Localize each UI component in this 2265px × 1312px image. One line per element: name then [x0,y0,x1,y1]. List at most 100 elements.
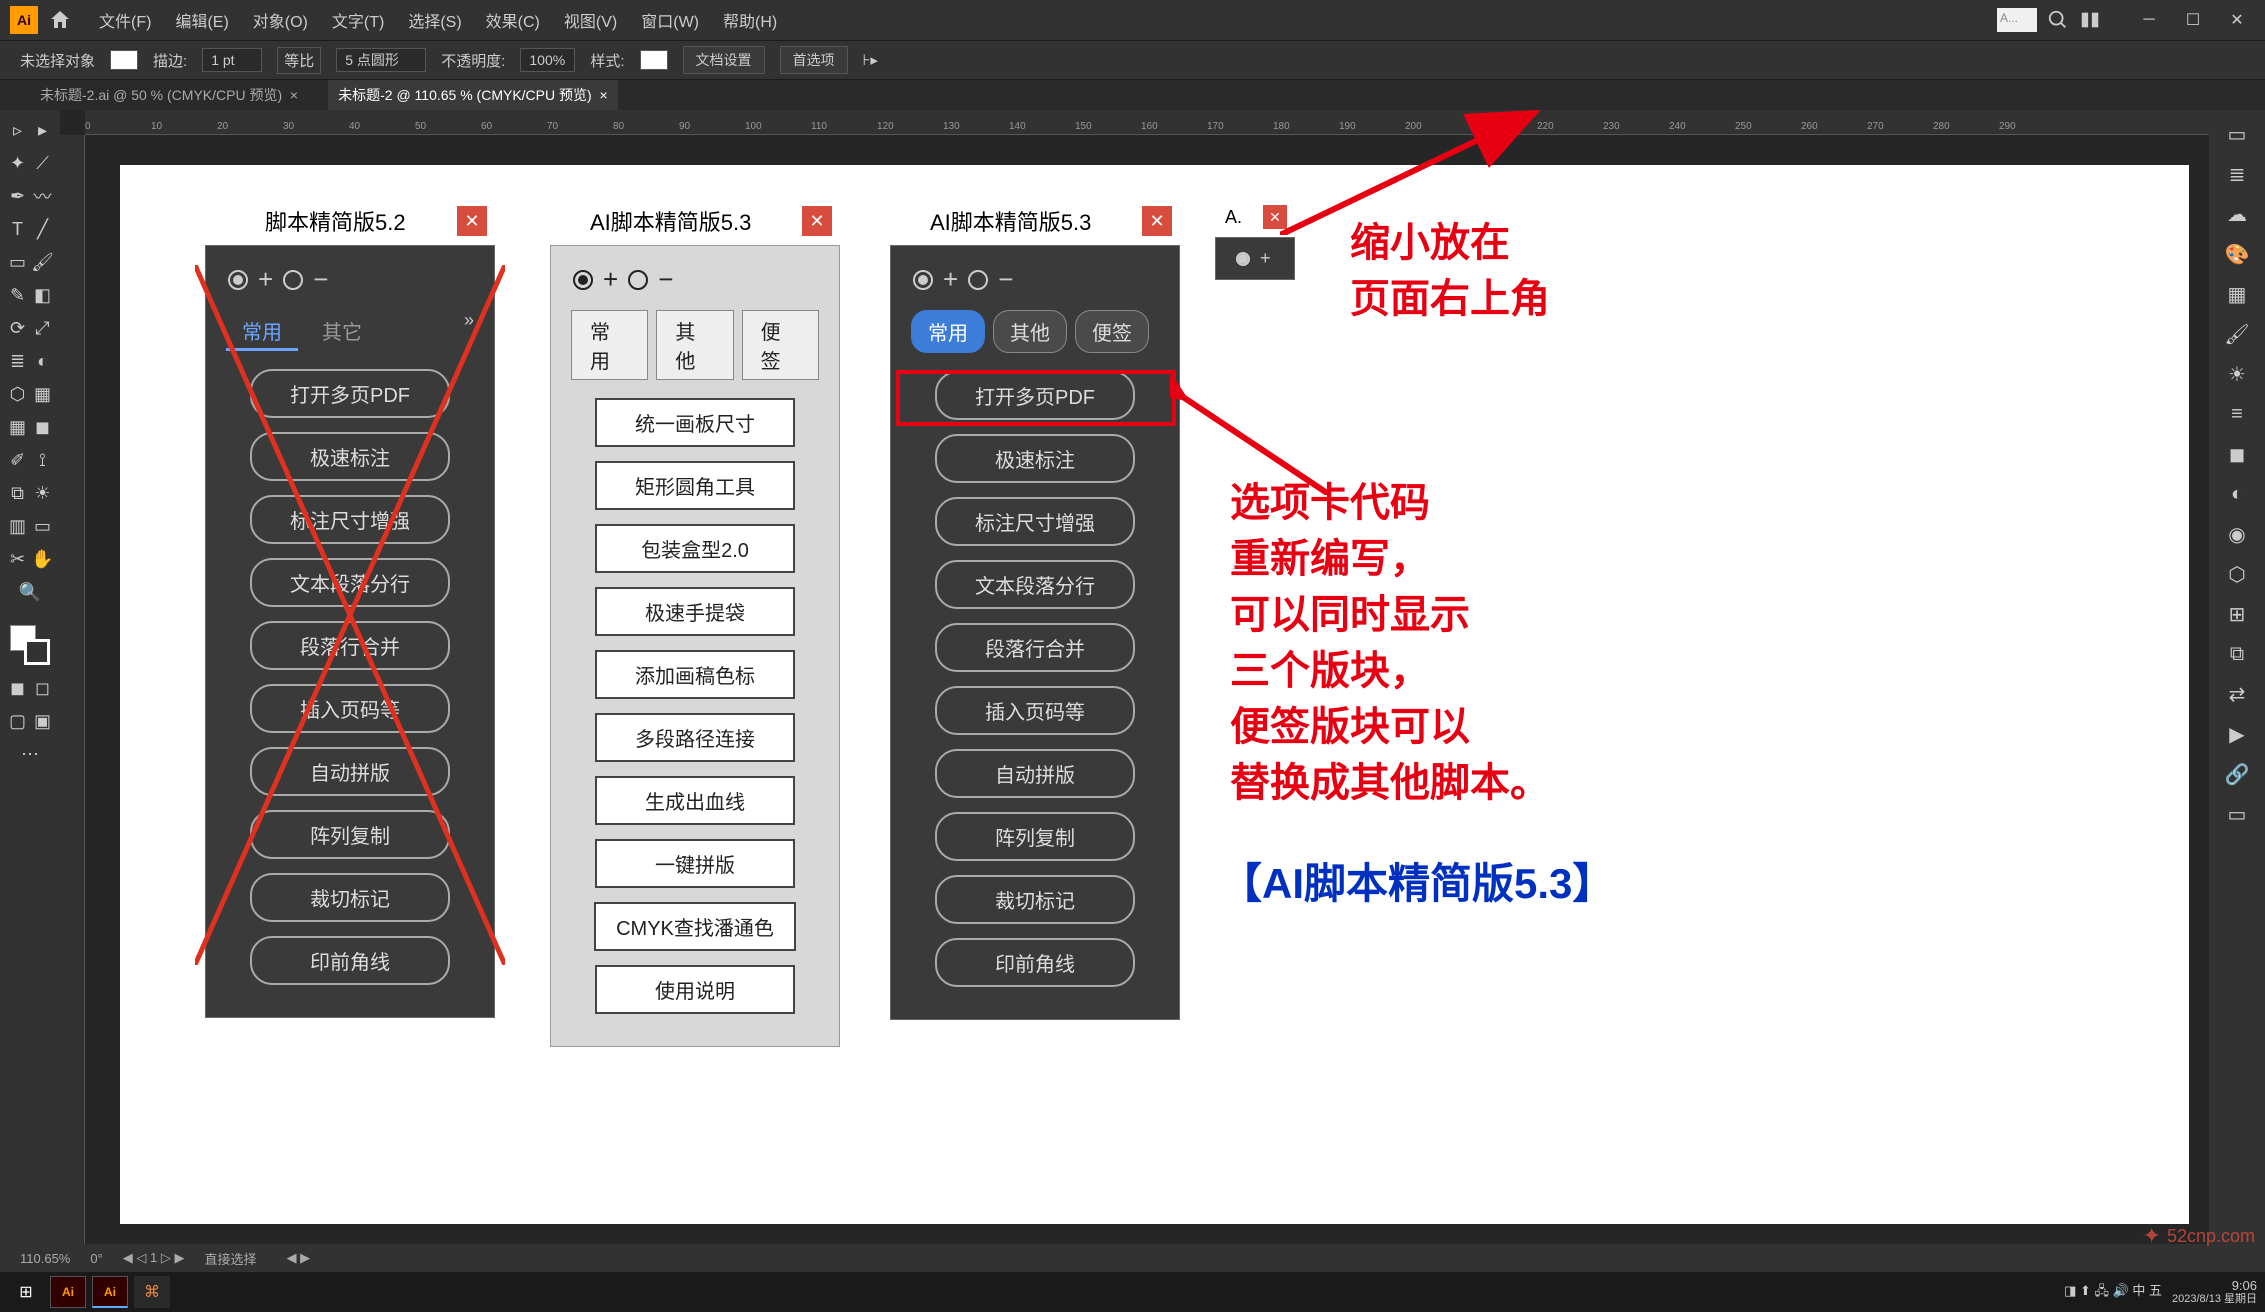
doc-tab-1[interactable]: 未标题-2.ai @ 50 % (CMYK/CPU 预览) × [30,80,308,110]
properties-panel-icon[interactable]: ▭ [2215,116,2259,152]
minimize-button[interactable]: ─ [2131,8,2167,32]
doc-tab-2[interactable]: 未标题-2 @ 110.65 % (CMYK/CPU 预览) × [328,80,618,110]
btn-unify-artboard[interactable]: 统一画板尺寸 [595,398,795,447]
btn-prepress-corner-53[interactable]: 印前角线 [935,938,1135,987]
btn-fast-annotate-53[interactable]: 极速标注 [935,434,1135,483]
shaper-eraser-tools[interactable]: ✎◧ [5,280,55,310]
maximize-button[interactable]: ☐ [2175,8,2211,32]
libraries-panel-icon[interactable]: ☁ [2215,196,2259,232]
btn-array-copy-52[interactable]: 阵列复制 [250,810,450,859]
btn-oneclick-impose[interactable]: 一键拼版 [595,839,795,888]
radio-checked-icon[interactable] [913,270,933,290]
btn-array-copy-53[interactable]: 阵列复制 [935,812,1135,861]
btn-dim-enhance-52[interactable]: 标注尺寸增强 [250,495,450,544]
zoom-tool[interactable]: 🔍 [5,577,55,607]
selection-tools[interactable]: ▹▸ [5,115,55,145]
close-button[interactable]: ✕ [2219,8,2255,32]
appearance-panel-icon[interactable]: ◉ [2215,516,2259,552]
panel-53light-tab-common[interactable]: 常用 [571,310,648,380]
btn-prepress-corner-52[interactable]: 印前角线 [250,936,450,985]
brushes-panel-icon[interactable]: 🖌 [2215,316,2259,352]
graphic-styles-panel-icon[interactable]: ⬡ [2215,556,2259,592]
tray-icons[interactable]: ◨ ⬆ 🖧 🔊 中 五 [2064,1280,2162,1304]
rotate-scale-tools[interactable]: ⟳⤢ [5,313,55,343]
panel-53dark-close-button[interactable]: ✕ [1142,206,1172,236]
panel-52-tab-common[interactable]: 常用 [226,310,298,351]
menu-select[interactable]: 选择(S) [396,8,473,32]
btn-rect-round[interactable]: 矩形圆角工具 [595,461,795,510]
swatches-panel-icon[interactable]: ▦ [2215,276,2259,312]
screen-mode-icons[interactable]: ▢▣ [5,706,55,736]
menu-edit[interactable]: 编辑(E) [163,8,240,32]
radio-checked-icon[interactable] [228,270,248,290]
style-swatch[interactable] [640,50,668,70]
layers-panel-icon[interactable]: ≣ [2215,156,2259,192]
uniform-scale[interactable]: 等比 [277,47,321,74]
stroke-weight-input[interactable] [202,48,262,72]
type-line-tools[interactable]: T╱ [5,214,55,244]
btn-text-split-52[interactable]: 文本段落分行 [250,558,450,607]
arrange-icon[interactable] [2079,9,2101,31]
brush-input[interactable] [336,48,426,72]
panel-53dark-tab-other[interactable]: 其他 [993,310,1067,353]
search-icon[interactable] [2047,9,2069,31]
btn-auto-impose-52[interactable]: 自动拼版 [250,747,450,796]
start-button[interactable]: ⊞ [8,1276,44,1308]
panel-53light-tab-other[interactable]: 其他 [656,310,733,380]
menu-object[interactable]: 对象(O) [241,8,320,32]
taskbar-ai-1[interactable]: Ai [50,1276,86,1308]
align-icon[interactable]: ⊦▸ [863,51,878,69]
transform-panel-icon[interactable]: ⇄ [2215,676,2259,712]
doc-setup-button[interactable]: 文档设置 [683,46,765,74]
radio-checked-icon[interactable] [573,270,593,290]
menu-type[interactable]: 文字(T) [320,8,396,32]
color-mode-icons[interactable]: ◼◻ [5,673,55,703]
panel-52-close-button[interactable]: ✕ [457,206,487,236]
btn-text-split-53[interactable]: 文本段落分行 [935,560,1135,609]
slice-hand-tools[interactable]: ✂✋ [5,544,55,574]
btn-para-merge-52[interactable]: 段落行合并 [250,621,450,670]
menu-help[interactable]: 帮助(H) [711,8,789,32]
radio-unchecked-icon[interactable] [968,270,988,290]
btn-crop-marks-53[interactable]: 裁切标记 [935,875,1135,924]
prefs-button[interactable]: 首选项 [780,46,848,74]
pen-curve-tools[interactable]: ✒〰 [5,181,55,211]
rotation[interactable]: 0° [90,1251,102,1266]
btn-multi-path-join[interactable]: 多段路径连接 [595,713,795,762]
btn-auto-impose-53[interactable]: 自动拼版 [935,749,1135,798]
btn-help[interactable]: 使用说明 [595,965,795,1014]
radio-unchecked-icon[interactable] [283,270,303,290]
gradient-panel-icon[interactable]: ◼ [2215,436,2259,472]
wand-lasso-tools[interactable]: ✦⟋ [5,148,55,178]
links-panel-icon[interactable]: 🔗 [2215,756,2259,792]
opacity-input[interactable] [520,48,575,72]
btn-packaging[interactable]: 包装盒型2.0 [595,524,795,573]
menu-effect[interactable]: 效果(C) [474,8,552,32]
radio-unchecked-icon[interactable] [628,270,648,290]
actions-panel-icon[interactable]: ▶ [2215,716,2259,752]
panel-53dark-tab-notes[interactable]: 便签 [1075,310,1149,353]
menu-view[interactable]: 视图(V) [552,8,629,32]
color-panel-icon[interactable]: 🎨 [2215,236,2259,272]
graph-artboard-tools[interactable]: ▥▭ [5,511,55,541]
btn-cmyk-pantone[interactable]: CMYK查找潘通色 [594,902,796,951]
btn-crop-marks-52[interactable]: 裁切标记 [250,873,450,922]
stroke-panel-icon[interactable]: ≡ [2215,396,2259,432]
fill-stroke-swatches[interactable] [5,620,55,670]
zoom-level[interactable]: 110.65% [20,1251,70,1266]
btn-fast-annotate-52[interactable]: 极速标注 [250,432,450,481]
artboards-panel-icon[interactable]: ▭ [2215,796,2259,832]
edit-toolbar[interactable]: ⋯ [5,739,55,769]
menu-file[interactable]: 文件(F) [87,8,163,32]
radio-checked-icon[interactable] [1236,252,1250,266]
menu-window[interactable]: 窗口(W) [629,8,711,32]
btn-insert-pagenum-53[interactable]: 插入页码等 [935,686,1135,735]
chevron-right-icon[interactable]: » [464,310,474,351]
panel-53light-close-button[interactable]: ✕ [802,206,832,236]
rect-brush-tools[interactable]: ▭🖌 [5,247,55,277]
transparency-panel-icon[interactable]: ◐ [2215,476,2259,512]
btn-dim-enhance-53[interactable]: 标注尺寸增强 [935,497,1135,546]
blend-symbol-tools[interactable]: ⧉☀ [5,478,55,508]
symbols-panel-icon[interactable]: ☀ [2215,356,2259,392]
shapebuilder-tools[interactable]: ⬡▦ [5,379,55,409]
